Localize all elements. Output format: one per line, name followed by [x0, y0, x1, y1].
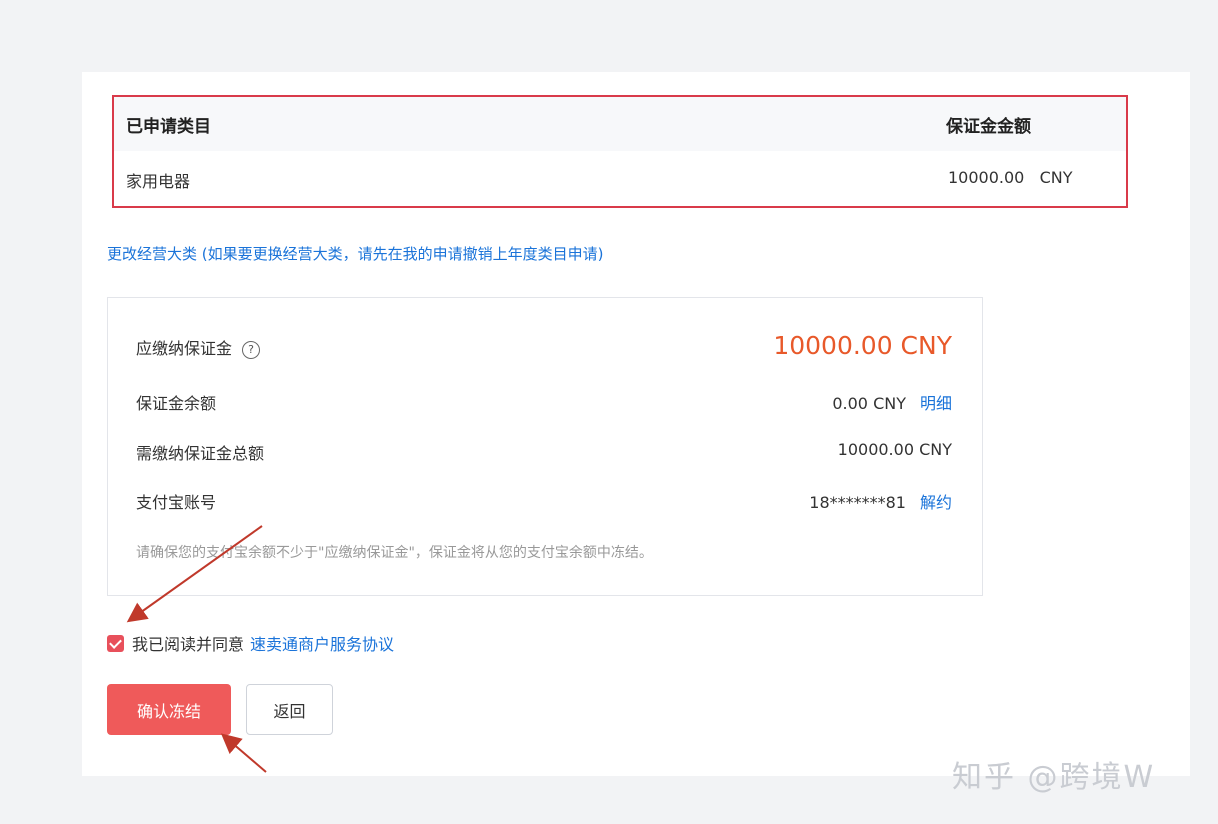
balance-value-wrap: 0.00 CNY 明细: [832, 390, 952, 414]
header-amount: 保证金金额: [946, 117, 1031, 137]
balance-detail-link[interactable]: 明细: [920, 394, 952, 413]
balance-label: 保证金余额: [136, 394, 217, 413]
deposit-note: 请确保您的支付宝余额不少于"应缴纳保证金"，保证金将从您的支付宝余额中冻结。: [136, 545, 653, 561]
row-category: 家用电器: [126, 172, 191, 191]
alipay-label: 支付宝账号: [136, 493, 217, 512]
service-agreement-link[interactable]: 速卖通商户服务协议: [250, 631, 394, 655]
total-label: 需缴纳保证金总额: [136, 444, 265, 463]
balance-value: 0.00 CNY: [832, 394, 906, 413]
deposit-info-box: 应缴纳保证金? 10000.00 CNY 保证金余额 0.00 CNY 明细 需缴…: [107, 297, 983, 596]
back-button[interactable]: 返回: [246, 684, 333, 735]
alipay-value-wrap: 18*******81 解约: [809, 489, 952, 513]
confirm-freeze-button[interactable]: 确认冻结: [107, 684, 231, 735]
agree-checkbox[interactable]: [107, 634, 124, 652]
payable-label: 应缴纳保证金: [136, 339, 233, 358]
table-row: 家用电器 10000.00 CNY: [114, 151, 1126, 206]
payable-row: 应缴纳保证金? 10000.00 CNY: [136, 331, 952, 361]
header-category: 已申请类目: [126, 117, 211, 137]
applied-category-table: 已申请类目 保证金金额 家用电器 10000.00 CNY: [112, 95, 1128, 208]
alipay-row: 支付宝账号 18*******81 解约: [136, 485, 952, 515]
agreement-row: 我已阅读并同意 速卖通商户服务协议: [107, 631, 394, 655]
unbind-link[interactable]: 解约: [920, 493, 952, 512]
payable-label-wrap: 应缴纳保证金?: [136, 335, 261, 359]
balance-row: 保证金余额 0.00 CNY 明细: [136, 386, 952, 416]
change-category-link[interactable]: 更改经营大类 (如果要更换经营大类，请先在我的申请撤销上年度类目申请): [107, 243, 603, 264]
agree-text: 我已阅读并同意: [132, 635, 245, 654]
total-value: 10000.00 CNY: [837, 440, 952, 459]
table-header: 已申请类目 保证金金额: [114, 97, 1126, 151]
row-amount: 10000.00 CNY: [948, 168, 1073, 187]
payable-value: 10000.00 CNY: [773, 331, 952, 360]
alipay-value: 18*******81: [809, 493, 906, 512]
question-icon[interactable]: ?: [242, 341, 261, 359]
watermark: 知乎 @跨境W: [952, 760, 1156, 795]
total-row: 需缴纳保证金总额 10000.00 CNY: [136, 436, 952, 466]
